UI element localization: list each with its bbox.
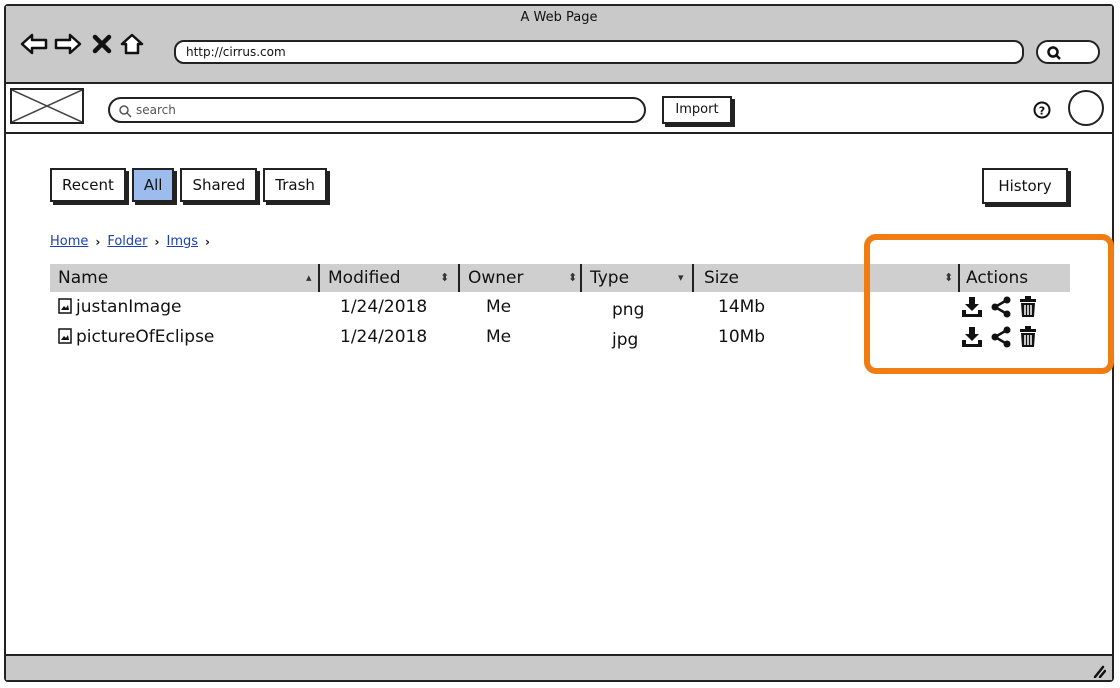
breadcrumb: Home › Folder › Imgs › [50, 234, 213, 249]
column-header-modified[interactable]: Modified [320, 264, 456, 292]
chevron-right-icon: › [154, 234, 160, 249]
avatar[interactable] [1068, 90, 1104, 126]
import-button[interactable]: Import [662, 96, 732, 124]
sort-icon[interactable]: ⬍ [440, 264, 449, 292]
column-header-owner[interactable]: Owner [460, 264, 584, 292]
file-name-cell: justanImage [58, 292, 181, 322]
home-icon[interactable] [118, 30, 146, 58]
app-toolbar: search Import ? [6, 84, 1112, 134]
image-file-icon [58, 297, 72, 314]
tab-recent[interactable]: Recent [50, 168, 126, 202]
forward-arrow-icon[interactable] [54, 30, 82, 58]
chevron-right-icon: › [205, 234, 210, 249]
title-bar: A Web Page http://cirrus.com [6, 6, 1112, 84]
file-modified: 1/24/2018 [340, 297, 428, 317]
file-size: 14Mb [718, 297, 766, 317]
resize-handle-icon[interactable] [1090, 662, 1106, 678]
breadcrumb-folder[interactable]: Folder [107, 234, 147, 249]
file-name: justanImage [76, 297, 182, 317]
search-input[interactable]: search [108, 97, 646, 123]
column-divider[interactable] [692, 264, 694, 292]
tab-shared[interactable]: Shared [180, 168, 258, 202]
help-icon[interactable]: ? [1032, 100, 1052, 120]
close-x-icon[interactable] [88, 30, 116, 58]
actions-highlight [864, 234, 1114, 374]
window-title: A Web Page [520, 10, 598, 25]
sort-asc-icon[interactable]: ▴ [306, 264, 312, 292]
url-search-button[interactable] [1036, 40, 1100, 64]
tab-trash[interactable]: Trash [263, 168, 327, 202]
breadcrumb-home[interactable]: Home [50, 234, 88, 249]
svg-text:?: ? [1039, 105, 1045, 118]
file-size: 10Mb [718, 327, 766, 347]
back-arrow-icon[interactable] [20, 30, 48, 58]
file-modified: 1/24/2018 [340, 327, 428, 347]
sort-desc-icon[interactable]: ▾ [678, 264, 684, 292]
search-icon [1047, 46, 1061, 60]
column-header-name[interactable]: Name [50, 264, 316, 292]
status-bar [6, 654, 1112, 680]
search-placeholder: search [136, 103, 176, 117]
file-name-cell: pictureOfEclipse [58, 322, 214, 352]
file-type: jpg [612, 330, 639, 350]
image-placeholder-icon [10, 88, 84, 124]
sort-icon[interactable]: ⬍ [568, 264, 577, 292]
file-owner: Me [486, 297, 512, 317]
history-button[interactable]: History [982, 168, 1068, 204]
view-tabs: Recent All Shared Trash [50, 168, 327, 204]
file-owner: Me [486, 327, 512, 347]
file-type: png [612, 300, 645, 320]
url-input[interactable]: http://cirrus.com [174, 40, 1024, 64]
search-icon [119, 105, 132, 118]
tab-all[interactable]: All [131, 168, 175, 202]
breadcrumb-imgs[interactable]: Imgs [166, 234, 198, 249]
file-name: pictureOfEclipse [76, 327, 215, 347]
chevron-right-icon: › [95, 234, 101, 249]
image-file-icon [58, 327, 72, 344]
